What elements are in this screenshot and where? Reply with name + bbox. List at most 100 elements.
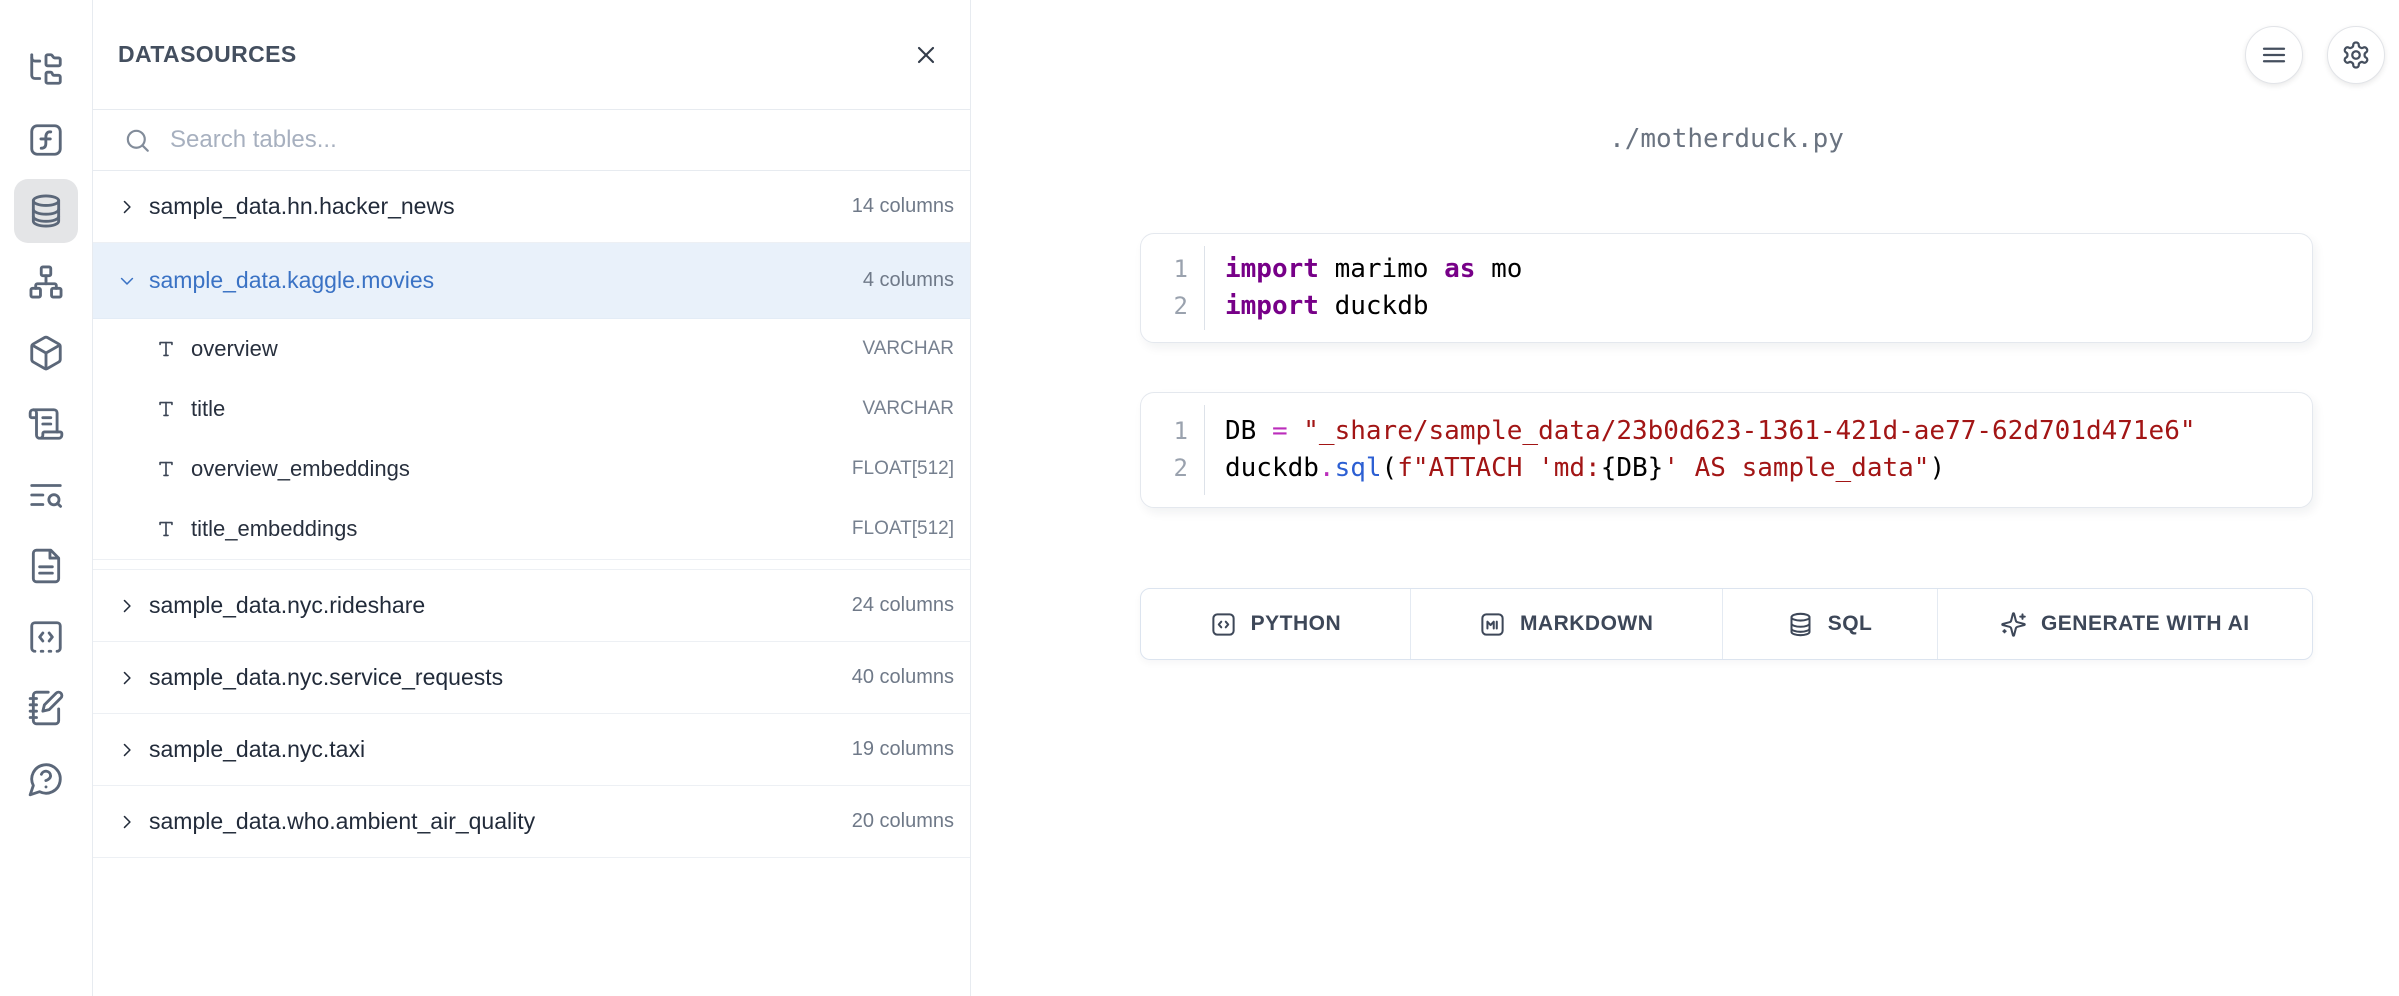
column-row[interactable]: overview_embeddings FLOAT[512] [93,439,970,499]
table-column-count: 19 columns [852,738,954,761]
document-icon [27,547,65,585]
group-divider [93,560,970,570]
add-cell-python-button[interactable]: PYTHON [1141,589,1410,659]
column-type: FLOAT[512] [852,518,954,540]
line-number-gutter: 12 [1141,405,1205,495]
add-cell-generate-with-ai-button[interactable]: GENERATE WITH AI [1937,589,2312,659]
close-panel-button[interactable] [912,41,940,69]
table-row[interactable]: sample_data.nyc.taxi 19 columns [93,714,970,786]
rail-item-file-explorer[interactable] [14,37,78,101]
column-type: VARCHAR [863,398,955,420]
rail-item-outline[interactable] [14,463,78,527]
rail-item-snippets[interactable] [14,605,78,669]
chevron-right-icon [117,596,137,616]
rail-item-variables[interactable] [14,108,78,172]
menu-button[interactable] [2245,26,2303,84]
chevron-right-icon [117,740,137,760]
marimo-app: DATASOURCES sample_data.hn.hacker_news14… [0,0,2399,996]
panel-title: DATASOURCES [118,41,297,68]
code-cell[interactable]: 12 DB = "_share/sample_data/23b0d623-1361… [1140,392,2313,508]
rail-item-datasources[interactable] [14,179,78,243]
menu-icon [2259,40,2289,70]
line-number: 2 [1174,288,1188,325]
table-column-count: 40 columns [852,666,954,689]
line-number: 2 [1174,450,1188,487]
list-search-icon [27,476,65,514]
column-name: title_embeddings [191,516,838,542]
table-row[interactable]: sample_data.nyc.service_requests 40 colum… [93,642,970,714]
column-row[interactable]: titleVARCHAR [93,379,970,439]
column-type: FLOAT[512] [852,458,954,480]
line-number: 1 [1174,413,1188,450]
table-column-count: 4 columns [863,269,954,292]
table-row[interactable]: sample_data.hn.hacker_news 14 columns [93,171,970,243]
button-label: GENERATE WITH AI [2041,612,2250,636]
datasources-panel: DATASOURCES sample_data.hn.hacker_news 14… [93,0,971,996]
sparkles-icon [2000,611,2027,638]
package-icon [27,334,65,372]
type-icon [155,518,177,540]
activity-rail [0,0,93,996]
table-column-count: 24 columns [852,594,954,617]
rail-item-help[interactable] [14,747,78,811]
type-icon [155,398,177,420]
chevron-right-icon [117,812,137,832]
add-cell-sql-button[interactable]: SQL [1722,589,1937,659]
column-row[interactable]: overviewVARCHAR [93,319,970,379]
table-row[interactable]: sample_data.nyc.rideshare 24 columns [93,570,970,642]
table-name: sample_data.nyc.taxi [149,736,840,763]
table-name: sample_data.nyc.service_requests [149,664,840,691]
table-row[interactable]: sample_data.kaggle.movies 4 columns [93,243,970,319]
file-tree-icon [27,50,65,88]
rail-item-dependencies[interactable] [14,250,78,314]
settings-button[interactable] [2327,26,2385,84]
button-label: MARKDOWN [1520,612,1653,636]
code-line: import duckdb [1225,288,2312,325]
code-snippet-icon [27,618,65,656]
rail-item-scratchpad[interactable] [14,676,78,740]
code-line: DB = "_share/sample_data/23b0d623-1361-4… [1225,413,2312,450]
rail-item-logs[interactable] [14,392,78,456]
button-label: PYTHON [1251,612,1342,636]
search-tables-input[interactable] [170,126,950,154]
column-type: VARCHAR [863,338,955,360]
column-row[interactable]: title_embeddings FLOAT[512] [93,499,970,559]
search-icon [123,126,152,155]
code-line: import marimo as mo [1225,251,2312,288]
rail-item-documentation[interactable] [14,534,78,598]
markdown-icon [1479,611,1506,638]
scratchpad-icon [27,689,65,727]
table-row[interactable]: sample_data.who.ambient_air_quality20 co… [93,786,970,858]
table-column-count: 20 columns [852,810,954,833]
code-editor[interactable]: import marimo as moimport duckdb [1205,246,2312,330]
add-cell-markdown-button[interactable]: MARKDOWN [1410,589,1722,659]
chevron-down-icon [117,271,137,291]
help-bubble-icon [27,760,65,798]
function-square-icon [27,121,65,159]
columns-group: overviewVARCHARtitleVARCHARoverview_embe… [93,319,970,560]
code-line: duckdb.sql(f"ATTACH 'md:{DB}' AS sample_… [1225,450,2312,487]
button-label: SQL [1828,612,1873,636]
table-name: sample_data.hn.hacker_news [149,193,840,220]
add-cell-toolbar: PYTHON MARKDOWN SQL GENERATE WITH AI [1140,588,2313,660]
panel-header: DATASOURCES [93,0,970,110]
gear-icon [2341,40,2371,70]
python-code-icon [1210,611,1237,638]
line-number: 1 [1174,251,1188,288]
table-name: sample_data.kaggle.movies [149,267,851,294]
sitemap-icon [27,263,65,301]
column-name: overview_embeddings [191,456,838,482]
chevron-right-icon [117,668,137,688]
notebook-filename[interactable]: ./motherduck.py [1140,124,2313,154]
scroll-icon [27,405,65,443]
rail-item-packages[interactable] [14,321,78,385]
type-icon [155,338,177,360]
code-cell[interactable]: 12import marimo as moimport duckdb [1140,233,2313,343]
table-name: sample_data.nyc.rideshare [149,592,840,619]
type-icon [155,458,177,480]
code-editor[interactable]: DB = "_share/sample_data/23b0d623-1361-4… [1205,405,2312,495]
line-number-gutter: 12 [1141,246,1205,330]
table-column-count: 14 columns [852,195,954,218]
search-row [93,110,970,171]
tables-list: sample_data.hn.hacker_news14 columnssamp… [93,171,970,858]
